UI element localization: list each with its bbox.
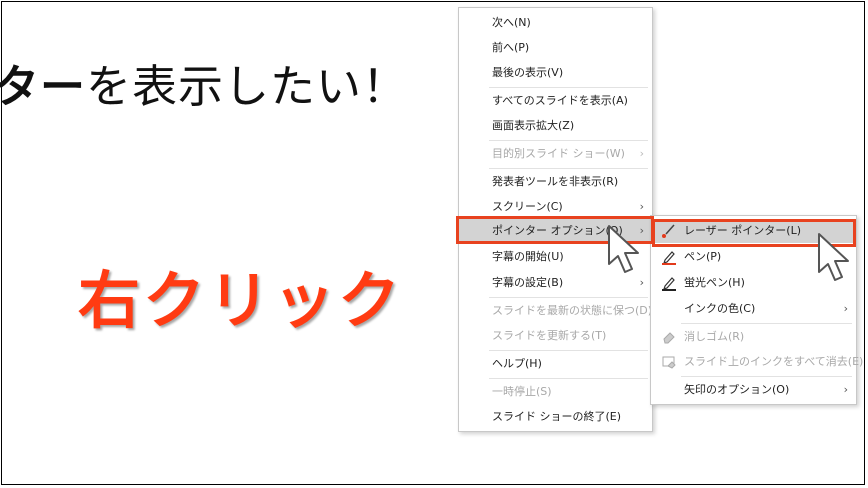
pen-icon (661, 249, 677, 265)
erase-all-ink-icon (661, 354, 677, 370)
menu-item-update-slide[interactable]: スライドを更新する(T) (459, 324, 652, 348)
menu-item-zoom-in[interactable]: 画面表示拡大(Z) (459, 114, 652, 138)
slide-heading-bold: ター (0, 60, 87, 113)
menu-item-label: 字幕の設定(B) (492, 276, 564, 289)
menu-item-keep-slides-updated[interactable]: スライドを最新の状態に保つ(D) (459, 299, 652, 323)
menu-item-label: ペン(P) (684, 250, 722, 263)
menu-item-label: スライド ショーの終了(E) (492, 410, 622, 423)
menu-separator (681, 376, 852, 377)
slide-heading: ターを表示したい！ (0, 50, 408, 115)
menu-item-end-show[interactable]: スライド ショーの終了(E) (459, 405, 652, 429)
submenu-item-erase-all-ink[interactable]: スライド上のインクをすべて消去(E) (651, 350, 863, 374)
submenu-arrow-icon: › (843, 383, 848, 396)
menu-item-label: ヘルプ(H) (492, 357, 542, 370)
submenu-arrow-icon: › (843, 302, 848, 315)
menu-item-previous[interactable]: 前へ(P) (459, 36, 652, 60)
menu-item-label: スクリーン(C) (492, 200, 563, 213)
submenu-arrow-icon: › (639, 147, 644, 160)
slide-heading-text: を表示したい！ (86, 60, 409, 113)
menu-item-label: 最後の表示(V) (492, 66, 564, 79)
submenu-item-eraser[interactable]: 消しゴム(R) (651, 325, 856, 349)
menu-item-custom-show[interactable]: 目的別スライド ショー(W) › (459, 142, 652, 166)
menu-item-label: 発表者ツールを非表示(R) (492, 175, 619, 188)
menu-item-label: 字幕の開始(U) (492, 250, 564, 263)
submenu-item-arrow-options[interactable]: 矢印のオプション(O) › (651, 378, 856, 402)
menu-item-label: 目的別スライド ショー(W) (492, 147, 625, 160)
menu-separator (489, 350, 648, 351)
eraser-icon (661, 329, 677, 345)
menu-item-label: 前へ(P) (492, 41, 530, 54)
menu-item-next[interactable]: 次へ(N) (459, 11, 652, 35)
menu-item-last-viewed[interactable]: 最後の表示(V) (459, 61, 652, 85)
menu-item-label: 蛍光ペン(H) (684, 276, 745, 289)
menu-separator (681, 323, 852, 324)
menu-item-label: 消しゴム(R) (684, 330, 745, 343)
mouse-cursor-icon (608, 225, 639, 273)
menu-item-label: スライド上のインクをすべて消去(E) (684, 355, 864, 368)
mouse-cursor-icon (818, 233, 849, 281)
menu-item-label: 画面表示拡大(Z) (492, 119, 575, 132)
menu-separator (489, 168, 648, 169)
menu-item-hide-presenter-view[interactable]: 発表者ツールを非表示(R) (459, 170, 652, 194)
submenu-item-ink-color[interactable]: インクの色(C) › (651, 297, 856, 321)
menu-item-label: スライドを更新する(T) (492, 329, 607, 342)
menu-item-label: 次へ(N) (492, 16, 531, 29)
right-click-callout: 右クリック (78, 264, 404, 337)
menu-item-label: スライドを最新の状態に保つ(D) (492, 304, 653, 317)
menu-item-see-all-slides[interactable]: すべてのスライドを表示(A) (459, 89, 652, 113)
highlighter-icon (661, 275, 677, 291)
menu-item-label: インクの色(C) (684, 302, 756, 315)
menu-item-pause[interactable]: 一時停止(S) (459, 380, 652, 404)
menu-item-label: すべてのスライドを表示(A) (492, 94, 628, 107)
menu-separator (489, 297, 648, 298)
menu-separator (489, 87, 648, 88)
menu-separator (489, 140, 648, 141)
menu-separator (489, 378, 648, 379)
menu-item-label: 一時停止(S) (492, 385, 552, 398)
menu-item-label: 矢印のオプション(O) (684, 383, 790, 396)
menu-item-help[interactable]: ヘルプ(H) (459, 352, 652, 376)
